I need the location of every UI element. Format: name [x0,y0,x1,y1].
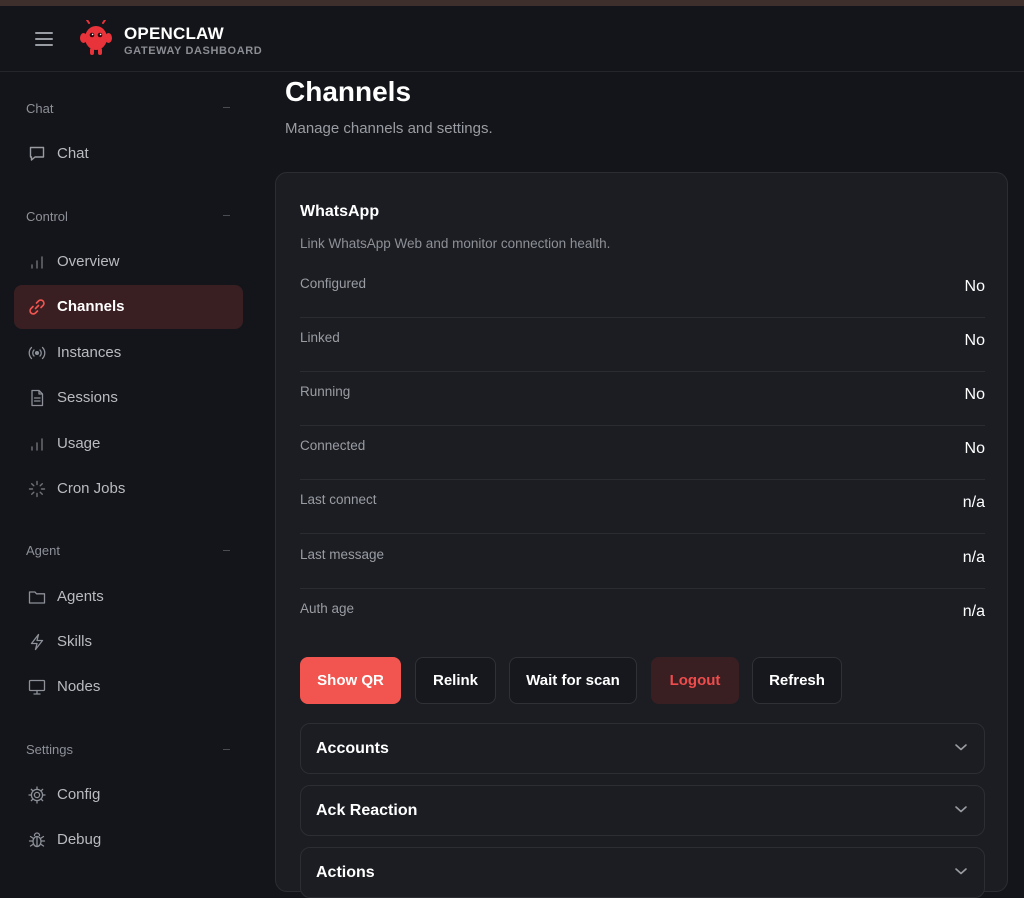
sidebar-item-label: Cron Jobs [57,480,126,497]
status-value: n/a [962,494,985,511]
sidebar-item-chat[interactable]: Chat [14,132,243,176]
status-label: Linked [300,330,340,345]
accordion-accounts[interactable]: Accounts [300,723,985,774]
show-qr-button[interactable]: Show QR [300,657,401,704]
accordion-label: Accounts [316,740,389,757]
sidebar: Chat Chat Control Overview Channels Inst… [0,72,258,870]
wait-for-scan-button[interactable]: Wait for scan [509,657,637,704]
loader-icon [28,480,46,498]
relink-button[interactable]: Relink [415,657,496,704]
sidebar-item-label: Nodes [57,678,101,695]
brand-subtitle: GATEWAY DASHBOARD [124,45,263,57]
status-row-running: Running No [300,372,985,426]
status-row-last-connect: Last connect n/a [300,480,985,534]
status-row-connected: Connected No [300,426,985,480]
status-label: Running [300,384,351,399]
status-value: No [964,278,985,295]
chevron-down-icon [955,744,967,751]
status-row-configured: Configured No [300,264,985,318]
lightning-icon [30,633,44,651]
sidebar-item-label: Instances [57,344,122,361]
monitor-icon [28,679,46,695]
accordion-label: Actions [316,864,375,881]
status-row-linked: Linked No [300,318,985,372]
sidebar-item-skills[interactable]: Skills [14,620,243,664]
collapse-control-icon[interactable] [223,215,230,216]
section-label-control: Control [26,209,68,224]
document-icon [31,389,44,407]
section-label-settings: Settings [26,742,73,757]
status-value: No [964,386,985,403]
sidebar-item-label: Config [57,786,101,803]
collapse-chat-icon[interactable] [223,107,230,108]
status-label: Connected [300,438,366,453]
status-label: Auth age [300,601,355,616]
status-value: n/a [962,549,985,566]
section-label-agent: Agent [26,543,60,558]
chevron-down-icon [955,806,967,813]
collapse-settings-icon[interactable] [223,749,230,750]
logout-button[interactable]: Logout [651,657,739,704]
sidebar-item-channels[interactable]: Channels [14,285,243,329]
sidebar-item-label: Debug [57,831,102,848]
bar-chart-icon [31,256,43,269]
accordion-actions[interactable]: Actions [300,847,985,898]
whatsapp-card: WhatsApp Link WhatsApp Web and monitor c… [275,172,1008,898]
chevron-down-icon [955,868,967,875]
collapse-agent-icon[interactable] [223,550,230,551]
sidebar-item-overview[interactable]: Overview [14,240,243,284]
link-icon [29,299,45,315]
sidebar-item-config[interactable]: Config [14,773,243,817]
bar-chart-icon [31,438,43,451]
status-value: No [964,332,985,349]
sidebar-item-sessions[interactable]: Sessions [14,376,243,420]
refresh-button[interactable]: Refresh [752,657,842,704]
sidebar-item-label: Skills [57,633,93,650]
sidebar-item-agents[interactable]: Agents [14,575,243,619]
app-header: OPENCLAW GATEWAY DASHBOARD [0,6,1024,72]
folder-icon [28,591,46,604]
main-content: Channels Manage channels and settings. W… [258,72,1024,898]
sidebar-item-label: Channels [57,298,125,315]
status-row-last-message: Last message n/a [300,535,985,589]
page-subtitle: Manage channels and settings. [285,120,493,137]
sidebar-item-cron-jobs[interactable]: Cron Jobs [14,467,243,511]
radio-signal-icon [28,346,46,360]
sidebar-item-label: Sessions [57,389,118,406]
sidebar-item-label: Usage [57,435,101,452]
section-label-chat: Chat [26,101,54,116]
card-title: WhatsApp [300,203,380,220]
bug-icon [28,832,46,848]
sidebar-item-label: Overview [57,253,120,270]
accordion-ack-reaction[interactable]: Ack Reaction [300,785,985,836]
sidebar-item-usage[interactable]: Usage [14,422,243,466]
chat-bubble-icon [29,146,45,161]
sidebar-item-instances[interactable]: Instances [14,331,243,375]
gear-icon [28,786,46,804]
card-description: Link WhatsApp Web and monitor connection… [300,236,611,251]
status-label: Configured [300,276,367,291]
status-label: Last message [300,547,385,562]
accordion-label: Ack Reaction [316,802,418,819]
menu-icon[interactable] [35,32,53,46]
sidebar-item-label: Agents [57,588,104,605]
sidebar-item-label: Chat [57,145,89,162]
logo-icon [80,20,112,55]
status-value: n/a [962,603,985,620]
status-value: No [964,440,985,457]
brand-title: OPENCLAW [124,24,224,43]
page-title: Channels [285,76,412,107]
sidebar-item-debug[interactable]: Debug [14,818,243,862]
status-row-auth-age: Auth age n/a [300,589,985,643]
sidebar-item-nodes[interactable]: Nodes [14,665,243,709]
status-label: Last connect [300,492,377,507]
